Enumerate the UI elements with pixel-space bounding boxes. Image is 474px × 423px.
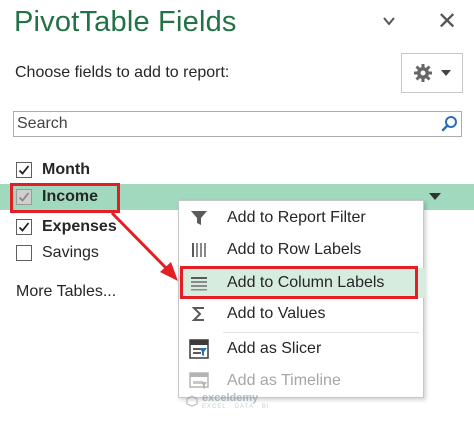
search-icon[interactable] (441, 115, 459, 133)
filter-icon (189, 208, 209, 228)
menu-item-slicer[interactable]: Add as Slicer (179, 334, 425, 364)
row-labels-icon (189, 240, 209, 260)
menu-label: Add to Row Labels (227, 241, 362, 258)
checkmark-icon (18, 165, 30, 175)
field-label-income: Income (42, 188, 99, 205)
close-icon: ✕ (436, 7, 458, 35)
menu-separator (223, 332, 419, 333)
income-checkbox[interactable] (16, 189, 32, 205)
pivot-fields-pane: PivotTable Fields ✕ Choose fields to add… (0, 0, 474, 423)
watermark-name: exceldemy (202, 392, 259, 404)
slicer-icon (189, 339, 209, 359)
pane-title: PivotTable Fields (14, 6, 237, 38)
chevron-down-icon (383, 17, 395, 26)
watermark: exceldemy EXCEL · DATA · BI (186, 392, 270, 410)
savings-checkbox[interactable] (16, 245, 32, 261)
field-label-month: Month (42, 161, 90, 178)
chevron-down-icon (441, 70, 451, 76)
menu-item-column-labels[interactable]: Add to Column Labels (179, 268, 425, 298)
tools-button[interactable] (401, 53, 463, 93)
close-button[interactable]: ✕ (434, 7, 460, 35)
menu-item-row-labels[interactable]: Add to Row Labels (179, 235, 425, 265)
watermark-tagline: EXCEL · DATA · BI (202, 404, 270, 410)
menu-label: Add to Report Filter (227, 209, 366, 226)
menu-label: Add as Timeline (227, 372, 341, 389)
menu-item-report-filter[interactable]: Add to Report Filter (179, 203, 425, 233)
gear-icon (414, 64, 432, 82)
timeline-icon (189, 371, 209, 391)
menu-label: Add as Slicer (227, 340, 322, 357)
sigma-icon (189, 304, 209, 324)
field-label-savings: Savings (42, 244, 99, 261)
month-checkbox[interactable] (16, 162, 32, 178)
menu-label: Add to Values (227, 305, 326, 322)
field-context-menu: Add to Report Filter Add to Row Labels A… (178, 200, 425, 398)
menu-label: Add to Column Labels (227, 274, 385, 291)
pane-subtitle: Choose fields to add to report: (15, 64, 230, 81)
column-labels-icon (189, 273, 209, 293)
checkmark-icon (18, 222, 30, 232)
search-box (13, 111, 462, 137)
search-input[interactable] (14, 112, 434, 136)
expenses-checkbox[interactable] (16, 219, 32, 235)
exceldemy-logo-icon (186, 395, 198, 407)
more-tables-link[interactable]: More Tables... (16, 283, 116, 301)
menu-item-values[interactable]: Add to Values (179, 299, 425, 329)
field-label-expenses: Expenses (42, 218, 117, 235)
pane-options-dropdown[interactable] (376, 8, 402, 34)
field-dropdown-icon[interactable] (429, 193, 441, 201)
field-row-month[interactable]: Month (0, 157, 474, 183)
checkmark-icon (18, 192, 30, 202)
